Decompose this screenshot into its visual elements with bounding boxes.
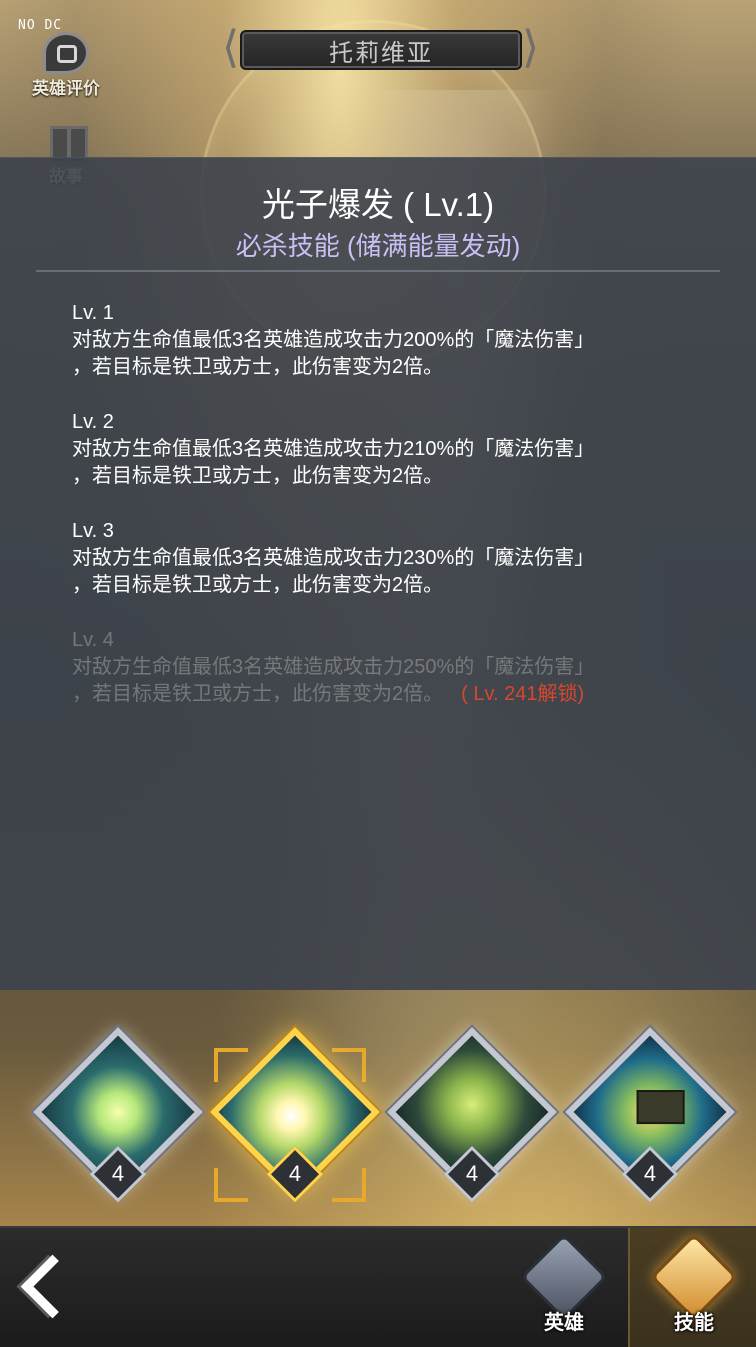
- tab-skill[interactable]: 技能: [628, 1228, 756, 1347]
- level-description: 对敌方生命值最低3名英雄造成攻击力210%的「魔法伤害」 ，若目标是铁卫或方士，…: [72, 438, 595, 487]
- skill-level-entry: Lv. 1 对敌方生命值最低3名英雄造成攻击力200%的「魔法伤害」 ，若目标是…: [72, 300, 692, 381]
- chat-bubble-icon: [43, 32, 89, 74]
- selection-frame-corner: [214, 1048, 248, 1082]
- hero-review-label: 英雄评价: [32, 79, 100, 98]
- hero-name-plate: 托莉维亚: [240, 30, 522, 70]
- level-label: Lv. 1: [72, 302, 114, 324]
- skill-detail-panel: 光子爆发 ( Lv.1) 必杀技能 (储满能量发动) Lv. 1 对敌方生命值最…: [0, 157, 756, 990]
- level-label: Lv. 3: [72, 520, 114, 542]
- level-description-line: 对敌方生命值最低3名英雄造成攻击力250%的「魔法伤害」: [72, 656, 595, 678]
- level-description-text: ，若目标是铁卫或方士，此伤害变为2倍。: [72, 683, 444, 705]
- divider: [36, 270, 720, 272]
- skill-level-list: Lv. 1 对敌方生命值最低3名英雄造成攻击力200%的「魔法伤害」 ，若目标是…: [72, 300, 692, 736]
- skill-slot-4[interactable]: 4: [565, 1027, 735, 1203]
- hero-name-bar: ⟨ 托莉维亚 ⟩: [222, 26, 540, 72]
- skill-type: 必杀技能 (储满能量发动): [235, 231, 521, 261]
- bottom-nav-bar: 英雄 技能: [0, 1226, 756, 1347]
- debug-corner-text: NO DC: [18, 18, 63, 33]
- back-arrow-icon: [20, 1254, 85, 1319]
- hero-name: 托莉维亚: [329, 39, 433, 67]
- level-description: 对敌方生命值最低3名英雄造成攻击力230%的「魔法伤害」 ，若目标是铁卫或方士，…: [72, 547, 595, 596]
- skill-slot-1[interactable]: 4: [33, 1027, 203, 1203]
- next-hero-arrow-icon[interactable]: ⟩: [522, 26, 540, 72]
- level-label: Lv. 4: [72, 629, 114, 651]
- tab-hero-label: 英雄: [544, 1312, 584, 1334]
- level-label: Lv. 2: [72, 411, 114, 433]
- unlock-requirement: ( Lv. 241解锁): [461, 683, 585, 705]
- prev-hero-arrow-icon[interactable]: ⟨: [222, 26, 240, 72]
- skill-selector: 4 4 4 4: [0, 1027, 756, 1220]
- book-icon: [46, 122, 88, 164]
- skill-level-entry: Lv. 2 对敌方生命值最低3名英雄造成攻击力210%的「魔法伤害」 ，若目标是…: [72, 409, 692, 490]
- hero-review-button[interactable]: 英雄评价: [24, 32, 108, 99]
- skill-level-entry: Lv. 3 对敌方生命值最低3名英雄造成攻击力230%的「魔法伤害」 ，若目标是…: [72, 518, 692, 599]
- selection-frame-corner: [214, 1168, 248, 1202]
- skill-slot-3[interactable]: 4: [387, 1027, 557, 1203]
- tab-skill-label: 技能: [674, 1312, 714, 1334]
- tab-hero[interactable]: 英雄: [500, 1228, 628, 1347]
- level-description-line: ，若目标是铁卫或方士，此伤害变为2倍。 ( Lv. 241解锁): [72, 681, 692, 708]
- selection-frame-corner: [332, 1168, 366, 1202]
- back-button[interactable]: [20, 1254, 85, 1319]
- level-description: 对敌方生命值最低3名英雄造成攻击力200%的「魔法伤害」 ，若目标是铁卫或方士，…: [72, 329, 595, 378]
- skill-level-entry-locked: Lv. 4 对敌方生命值最低3名英雄造成攻击力250%的「魔法伤害」 ，若目标是…: [72, 627, 692, 708]
- skill-title: 光子爆发 ( Lv.1): [261, 186, 495, 223]
